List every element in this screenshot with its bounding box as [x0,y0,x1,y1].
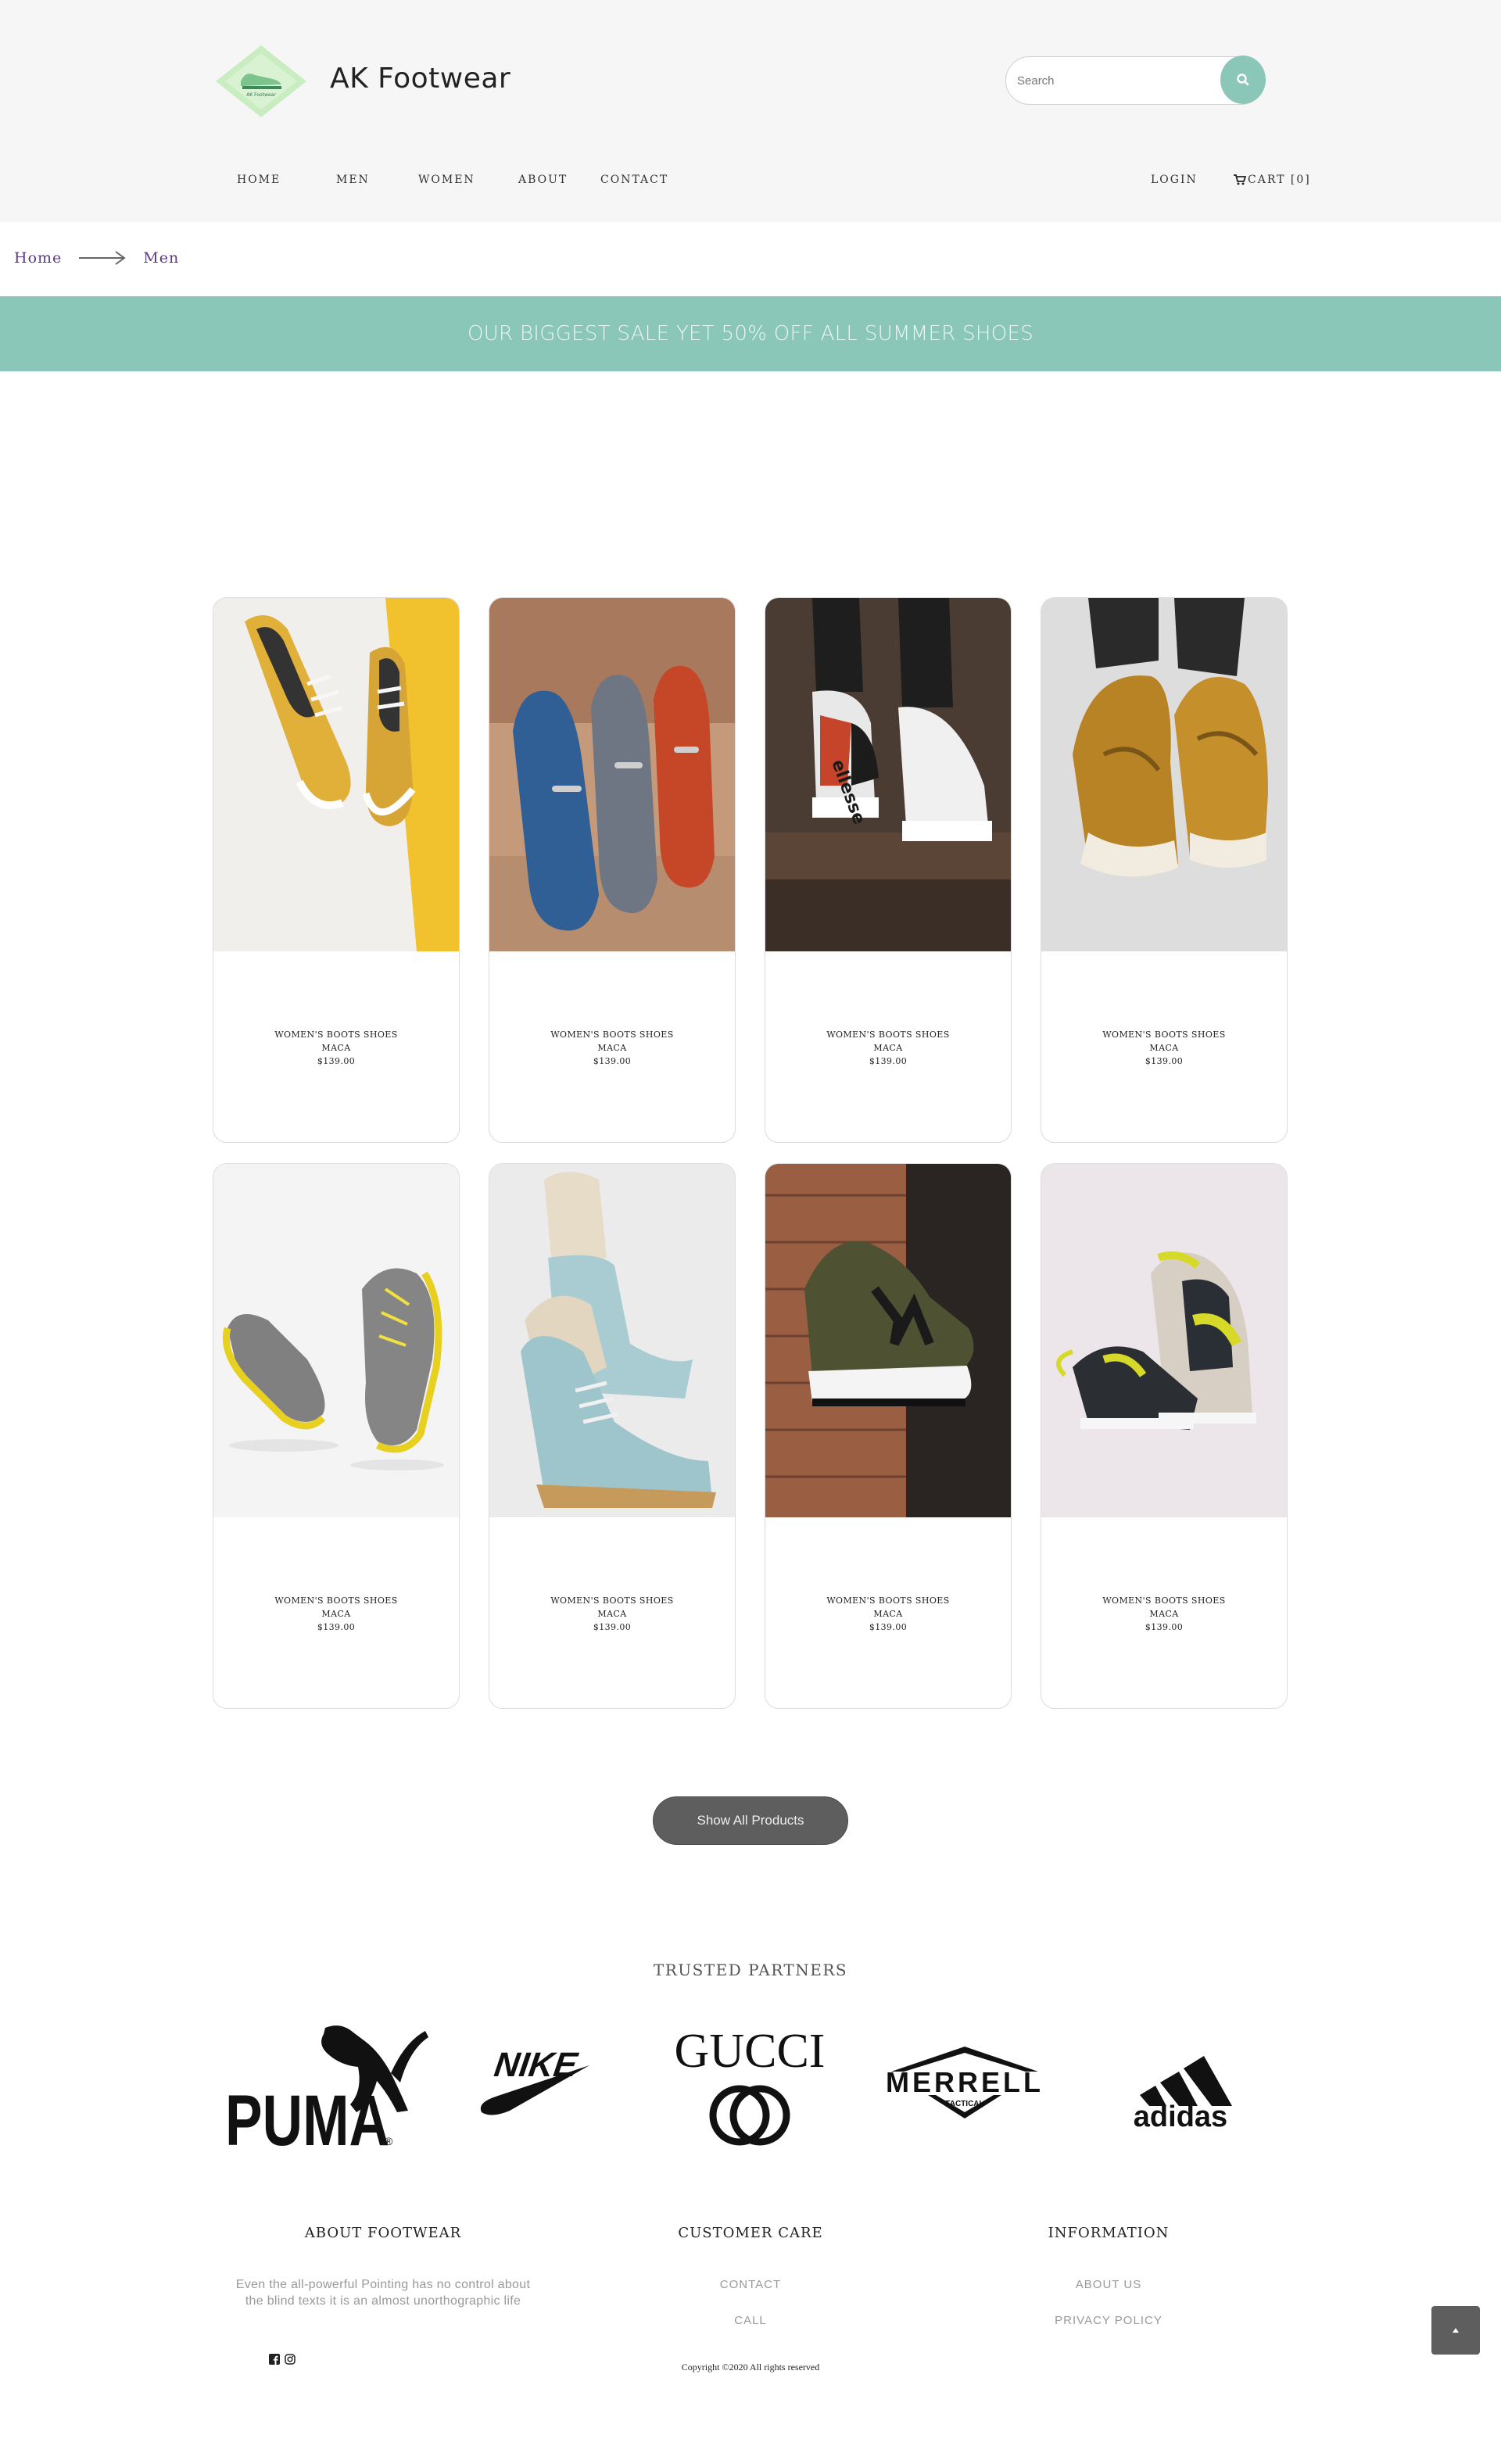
footer-about-text: Even the all-powerful Pointing has no co… [235,2278,531,2308]
partner-logo-adidas: adidas [1134,2056,1232,2128]
product-sub: MACA [321,1043,351,1053]
product-image[interactable] [213,598,459,951]
product-sub: MACA [597,1609,627,1619]
product-sub: MACA [597,1043,627,1053]
site-header: AK Footwear AK Footwear HOME MEN WOMEN A… [0,0,1501,222]
product-price: $139.00 [869,1056,908,1066]
product-info: WOMEN'S BOOTS SHOES MACA $139.00 [1041,1594,1287,1634]
product-info: WOMEN'S BOOTS SHOES MACA $139.00 [213,1594,459,1634]
merrell-sub: TACTICAL [945,2100,983,2108]
product-name[interactable]: WOMEN'S BOOTS SHOES [213,1594,459,1607]
nav-women[interactable]: WOMEN [418,174,475,186]
product-price: $139.00 [317,1622,356,1632]
product-info: WOMEN'S BOOTS SHOES MACA $139.00 [765,1594,1011,1634]
product-card[interactable]: WOMEN'S BOOTS SHOES MACA $139.00 [213,597,460,1143]
product-image[interactable] [213,1164,459,1517]
product-info: WOMEN'S BOOTS SHOES MACA $139.00 [489,1028,735,1068]
arrow-right-icon [79,251,126,265]
product-image[interactable] [489,1164,735,1517]
product-card[interactable]: WOMEN'S BOOTS SHOES MACA $139.00 [1041,597,1288,1143]
product-name[interactable]: WOMEN'S BOOTS SHOES [1041,1594,1287,1607]
product-price: $139.00 [593,1622,632,1632]
brand-logo[interactable]: AK Footwear [214,44,308,119]
partner-logo-puma: PUMA ® [225,2025,428,2151]
nav-login[interactable]: LOGIN [1151,174,1198,186]
product-sub: MACA [321,1609,351,1619]
scroll-to-top-button[interactable] [1431,2306,1480,2355]
product-price: $139.00 [1145,1622,1184,1632]
product-sub: MACA [1149,1043,1179,1053]
product-price: $139.00 [317,1056,356,1066]
product-info: WOMEN'S BOOTS SHOES MACA $139.00 [489,1594,735,1634]
product-name[interactable]: WOMEN'S BOOTS SHOES [765,1594,1011,1607]
sale-banner: OUR BIGGEST SALE YET 50% OFF ALL SUMMER … [0,296,1501,371]
brand-name[interactable]: AK Footwear [330,63,510,95]
breadcrumb-current: Men [143,249,180,267]
partner-logo-merrell: MERRELL TACTICAL [857,2047,1073,2118]
search-input[interactable] [1017,57,1205,104]
partners-title: TRUSTED PARTNERS [653,1961,848,1979]
product-image[interactable] [1041,1164,1287,1517]
partner-logo-nike: NIKE [480,2046,589,2115]
show-all-products-button[interactable]: Show All Products [653,1796,848,1845]
search-button[interactable] [1220,56,1266,104]
merrell-wordmark: MERRELL [886,2066,1044,2098]
copyright: Copyright ©2020 All rights reserved [681,2362,820,2373]
product-image[interactable] [765,1164,1011,1517]
product-image[interactable]: ellesse [765,598,1011,951]
product-sub: MACA [873,1043,903,1053]
product-info: WOMEN'S BOOTS SHOES MACA $139.00 [213,1028,459,1068]
product-name[interactable]: WOMEN'S BOOTS SHOES [765,1028,1011,1041]
svg-text:®: ® [385,2135,393,2147]
product-sub: MACA [873,1609,903,1619]
product-card[interactable]: WOMEN'S BOOTS SHOES MACA $139.00 [1041,1163,1288,1709]
breadcrumb-home[interactable]: Home [14,249,62,267]
product-image[interactable] [489,598,735,951]
product-info: WOMEN'S BOOTS SHOES MACA $139.00 [765,1028,1011,1068]
gucci-wordmark: GUCCI [675,2025,826,2078]
product-price: $139.00 [1145,1056,1184,1066]
puma-wordmark: PUMA [225,2081,389,2151]
footer-link-privacy-policy[interactable]: PRIVACY POLICY [991,2314,1226,2327]
footer-link-contact[interactable]: CONTACT [633,2278,868,2291]
product-card[interactable]: WOMEN'S BOOTS SHOES MACA $139.00 [765,1163,1012,1709]
product-info: WOMEN'S BOOTS SHOES MACA $139.00 [1041,1028,1287,1068]
footer-link-call[interactable]: CALL [633,2314,868,2327]
svg-text:AK Footwear: AK Footwear [246,92,276,98]
product-sub: MACA [1149,1609,1179,1619]
cart-icon [1234,174,1246,185]
product-image[interactable] [1041,598,1287,951]
product-card[interactable]: WOMEN'S BOOTS SHOES MACA $139.00 [489,1163,736,1709]
product-name[interactable]: WOMEN'S BOOTS SHOES [489,1028,735,1041]
product-price: $139.00 [869,1622,908,1632]
product-name[interactable]: WOMEN'S BOOTS SHOES [489,1594,735,1607]
product-name[interactable]: WOMEN'S BOOTS SHOES [213,1028,459,1041]
partner-logo-gucci: GUCCI [675,2025,826,2146]
nav-cart[interactable]: CART [0] [1234,174,1311,186]
footer-care-title: CUSTOMER CARE [678,2225,823,2241]
product-name[interactable]: WOMEN'S BOOTS SHOES [1041,1028,1287,1041]
product-card[interactable]: WOMEN'S BOOTS SHOES MACA $139.00 [213,1163,460,1709]
product-card[interactable]: WOMEN'S BOOTS SHOES MACA $139.00 [489,597,736,1143]
nav-home[interactable]: HOME [237,174,281,186]
product-card[interactable]: ellesse WOMEN'S BOOTS SHOES MACA $139.00 [765,597,1012,1143]
product-price: $139.00 [593,1056,632,1066]
footer-about-title: ABOUT FOOTWEAR [304,2225,462,2241]
nike-wordmark: NIKE [492,2046,580,2084]
cart-label: CART [0] [1248,174,1311,186]
adidas-wordmark: adidas [1134,2100,1227,2128]
nav-men[interactable]: MEN [336,174,370,186]
footer-link-about-us[interactable]: ABOUT US [991,2278,1226,2291]
nav-about[interactable]: ABOUT [518,174,568,186]
footer-info-title: INFORMATION [1048,2225,1170,2241]
search-bar [1005,56,1266,105]
breadcrumb: Home Men [14,249,179,267]
search-icon [1237,73,1249,86]
chevron-up-icon [1453,2328,1459,2333]
nav-contact[interactable]: CONTACT [600,174,668,186]
